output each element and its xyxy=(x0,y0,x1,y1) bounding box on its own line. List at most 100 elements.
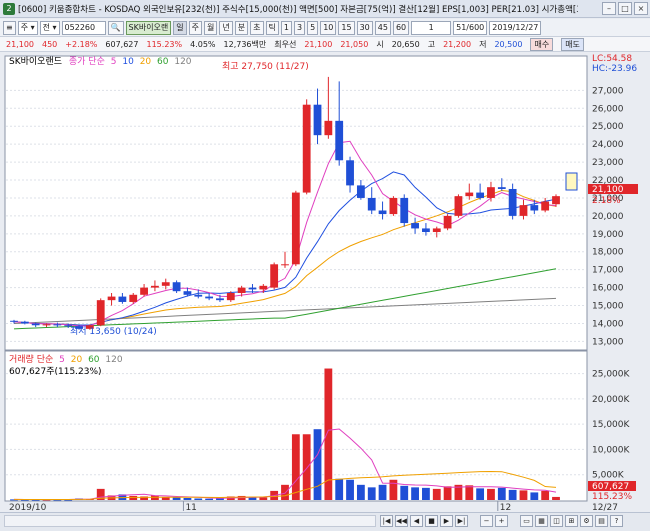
zoom-in-button[interactable]: + xyxy=(495,515,508,527)
candle[interactable] xyxy=(346,160,354,186)
period-day-button[interactable]: 일 xyxy=(173,20,187,35)
view-4-button[interactable]: ⊞ xyxy=(565,515,578,527)
scroll-prev-button[interactable]: ◀◀ xyxy=(395,515,408,527)
candle[interactable] xyxy=(226,292,235,301)
candle[interactable] xyxy=(53,324,62,326)
volume-bar[interactable] xyxy=(346,479,354,500)
candle[interactable] xyxy=(454,196,463,216)
volume-bar[interactable] xyxy=(530,492,539,500)
market-select[interactable]: 주 ▾ xyxy=(17,20,38,35)
search-icon[interactable]: 🔍 xyxy=(107,20,124,35)
candle[interactable] xyxy=(42,324,51,326)
count-field[interactable]: 51/600 xyxy=(453,20,488,35)
period-second-button[interactable]: 초 xyxy=(250,20,264,35)
volume-bar[interactable] xyxy=(291,434,300,500)
volume-bar[interactable] xyxy=(508,489,517,500)
view-3-button[interactable]: ◫ xyxy=(550,515,563,527)
interval-1-button[interactable]: 1 xyxy=(280,20,292,35)
candle[interactable] xyxy=(465,192,474,197)
candle[interactable] xyxy=(389,197,398,215)
stock-name-field[interactable]: SK바이오랜 xyxy=(125,20,172,35)
volume-bar[interactable] xyxy=(476,488,485,500)
play-button[interactable]: ▶ xyxy=(440,515,453,527)
sell-button[interactable]: 매도 xyxy=(561,37,584,51)
stop-button[interactable]: ■ xyxy=(425,515,438,527)
volume-bar[interactable] xyxy=(183,497,192,500)
volume-bar[interactable] xyxy=(205,498,214,500)
volume-bar[interactable] xyxy=(313,429,322,500)
print-icon[interactable]: ▤ xyxy=(595,515,608,527)
period-year-button[interactable]: 년 xyxy=(219,20,233,35)
volume-bar[interactable] xyxy=(552,496,560,500)
settings-icon[interactable]: ⚙ xyxy=(580,515,593,527)
volume-bar[interactable] xyxy=(216,498,224,500)
volume-bar[interactable] xyxy=(194,498,203,500)
stock-code-input[interactable]: 052260 xyxy=(61,20,106,35)
candle[interactable] xyxy=(497,187,506,189)
candle[interactable] xyxy=(411,223,419,229)
volume-bar[interactable] xyxy=(400,485,409,500)
help-icon[interactable]: ? xyxy=(610,515,623,527)
stock-chart[interactable]: 27,00026,00025,00024,00023,00022,00021,0… xyxy=(0,52,650,512)
candle[interactable] xyxy=(508,188,517,216)
candle[interactable] xyxy=(422,228,430,233)
scope-select[interactable]: 전 ▾ xyxy=(39,20,60,35)
scroll-back-button[interactable]: ◀ xyxy=(410,515,423,527)
candle[interactable] xyxy=(313,104,322,136)
candle[interactable] xyxy=(259,285,268,290)
volume-bar[interactable] xyxy=(411,487,419,500)
volume-bar[interactable] xyxy=(432,488,441,500)
interval-45-button[interactable]: 45 xyxy=(374,20,391,35)
interval-10-button[interactable]: 10 xyxy=(320,20,337,35)
scroll-end-button[interactable]: ▶| xyxy=(455,515,468,527)
interval-3-button[interactable]: 3 xyxy=(294,20,306,35)
candle[interactable] xyxy=(432,228,441,233)
candle[interactable] xyxy=(530,205,539,211)
interval-15-button[interactable]: 15 xyxy=(338,20,355,35)
volume-bar[interactable] xyxy=(519,490,528,500)
close-button[interactable]: × xyxy=(634,2,648,15)
candle[interactable] xyxy=(96,300,105,326)
view-2-button[interactable]: ▦ xyxy=(535,515,548,527)
candle[interactable] xyxy=(151,285,159,288)
candle[interactable] xyxy=(487,187,495,198)
candle[interactable] xyxy=(216,298,224,301)
maximize-button[interactable]: □ xyxy=(618,2,632,15)
candle[interactable] xyxy=(20,321,29,324)
zoom-out-button[interactable]: − xyxy=(480,515,493,527)
candle[interactable] xyxy=(281,264,289,266)
candle[interactable] xyxy=(237,287,246,293)
candle[interactable] xyxy=(541,201,550,211)
candle[interactable] xyxy=(443,215,452,229)
interval-60-button[interactable]: 60 xyxy=(392,20,410,35)
candle[interactable] xyxy=(367,197,376,211)
volume-bar[interactable] xyxy=(172,497,181,500)
chart-scrollbar[interactable] xyxy=(4,515,376,527)
candle[interactable] xyxy=(335,120,344,161)
candle[interactable] xyxy=(400,197,409,224)
volume-bar[interactable] xyxy=(335,478,344,500)
candle[interactable] xyxy=(183,291,192,295)
period-tick-button[interactable]: 틱 xyxy=(265,20,279,35)
volume-bar[interactable] xyxy=(281,484,289,500)
minimize-button[interactable]: – xyxy=(602,2,616,15)
candle[interactable] xyxy=(519,205,528,216)
candle[interactable] xyxy=(161,282,170,286)
candle[interactable] xyxy=(129,294,138,302)
candle[interactable] xyxy=(205,296,214,299)
candle[interactable] xyxy=(172,282,181,292)
scroll-start-button[interactable]: |◀ xyxy=(380,515,393,527)
candle[interactable] xyxy=(118,296,127,302)
candle[interactable] xyxy=(378,210,387,215)
interval-5-button[interactable]: 5 xyxy=(307,20,319,35)
volume-bar[interactable] xyxy=(259,497,268,500)
volume-bar[interactable] xyxy=(129,495,138,500)
volume-bar[interactable] xyxy=(541,490,550,500)
candle[interactable] xyxy=(476,192,485,198)
candle[interactable] xyxy=(356,185,365,198)
candle[interactable] xyxy=(140,287,148,295)
volume-bar[interactable] xyxy=(356,484,365,500)
menu-button[interactable]: ≡ xyxy=(3,20,16,35)
candle[interactable] xyxy=(248,287,257,290)
period-minute-button[interactable]: 분 xyxy=(234,20,249,35)
